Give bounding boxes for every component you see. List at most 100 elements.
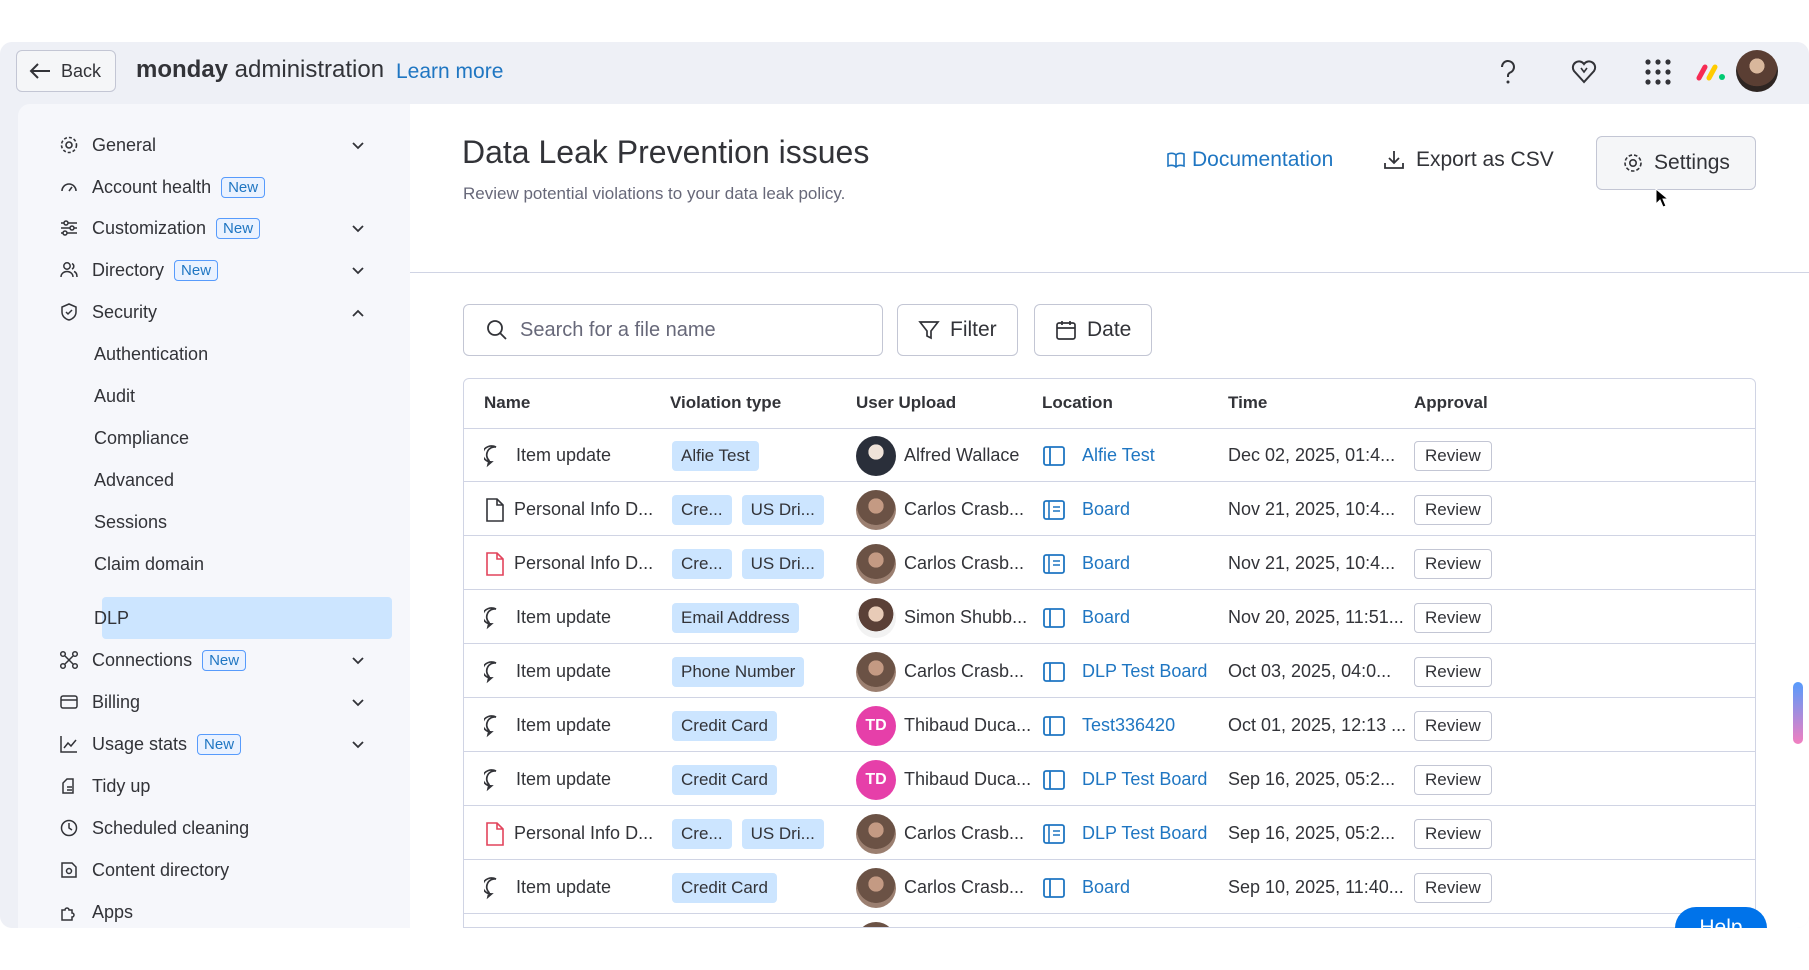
board-icon: [1042, 445, 1074, 467]
board-icon: [1042, 877, 1074, 899]
file-name[interactable]: Item update: [516, 877, 611, 898]
chevron-down-icon[interactable]: [348, 261, 368, 281]
sidebar-item-account-health[interactable]: Account health New: [58, 169, 266, 205]
chevron-down-icon[interactable]: [348, 651, 368, 671]
sidebar-item-general[interactable]: General: [58, 127, 156, 163]
sidebar-item-connections[interactable]: Connections New: [58, 642, 247, 678]
chevron-down-icon[interactable]: [348, 136, 368, 156]
doc-board-icon: [1042, 553, 1074, 575]
apps-grid-icon[interactable]: [1640, 54, 1676, 90]
table-row[interactable]: Personal Info D... Cre... US Dri... Carlos …: [464, 537, 1755, 590]
column-header[interactable]: Time: [1228, 393, 1267, 413]
sidebar-item-billing[interactable]: Billing: [58, 684, 140, 720]
column-header[interactable]: Name: [484, 393, 530, 413]
file-name[interactable]: Item update: [516, 445, 611, 466]
learn-more-link[interactable]: Learn more: [396, 60, 503, 84]
user-avatar[interactable]: [1736, 50, 1778, 92]
sidebar-sub-authentication[interactable]: Authentication: [94, 336, 208, 372]
review-button[interactable]: Review: [1414, 872, 1492, 903]
violation-type-cell: Credit Card: [672, 753, 787, 806]
location-link[interactable]: Board: [1082, 553, 1130, 574]
sidebar-item-content-directory[interactable]: Content directory: [58, 852, 229, 888]
location-link[interactable]: Board: [1082, 607, 1130, 628]
violation-type-cell: Email Address: [672, 591, 809, 644]
location-link[interactable]: Alfie Test: [1082, 445, 1155, 466]
column-header[interactable]: Location: [1042, 393, 1113, 413]
filter-icon: [918, 321, 940, 340]
table-row[interactable]: Personal Info D... Cre... US Dri... Carlos …: [464, 807, 1755, 860]
location-link[interactable]: DLP Test Board: [1082, 661, 1207, 682]
review-button[interactable]: Review: [1414, 818, 1492, 849]
table-row[interactable]: Item update Credit Card TD Thibaud Duca... D…: [464, 753, 1755, 806]
chevron-up-icon[interactable]: [348, 303, 368, 323]
table-row[interactable]: Item update Email Address Simon Shubb... Bo…: [464, 591, 1755, 644]
sidebar-sub-sessions[interactable]: Sessions: [94, 504, 167, 540]
date-button[interactable]: Date: [1034, 304, 1153, 356]
sidebar-item-apps[interactable]: Apps: [58, 894, 133, 928]
sidebar-sub-advanced[interactable]: Advanced: [94, 462, 174, 498]
file-name[interactable]: Personal Info D...: [514, 823, 653, 844]
sidebar-item-directory[interactable]: Directory New: [58, 252, 219, 288]
sidebar-sub-claim-domain[interactable]: Claim domain: [94, 546, 204, 582]
settings-button[interactable]: Settings: [1596, 136, 1756, 190]
review-button[interactable]: Review: [1414, 602, 1492, 633]
time-value: Sep 10, 2025, 11:40...: [1228, 877, 1404, 897]
violation-tag: US Dri...: [741, 548, 824, 579]
location-link[interactable]: DLP Test Board: [1082, 823, 1207, 844]
location-link[interactable]: DLP Test Board: [1082, 769, 1207, 790]
chevron-down-icon[interactable]: [348, 735, 368, 755]
sidebar-sub-audit[interactable]: Audit: [94, 378, 135, 414]
table-row[interactable]: Item update Alfie Test Alfred Wallace Alfie…: [464, 429, 1755, 482]
export-csv-button[interactable]: Export as CSV: [1382, 148, 1554, 172]
header-divider: [410, 272, 1809, 273]
table-row[interactable]: Item update Credit Card TD Thibaud Duca... T…: [464, 699, 1755, 752]
review-button[interactable]: Review: [1414, 710, 1492, 741]
search-input[interactable]: Search for a file name: [463, 304, 883, 356]
back-button[interactable]: Back: [16, 50, 116, 92]
file-name[interactable]: Personal Info D...: [514, 553, 653, 574]
table-row[interactable]: Item updateCredit CardCarlos Crasb...Boa…: [464, 861, 1755, 914]
column-header[interactable]: Approval: [1414, 393, 1488, 413]
sidebar-sub-compliance[interactable]: Compliance: [94, 420, 189, 456]
page-scrollbar[interactable]: [1793, 682, 1803, 744]
review-button[interactable]: Review: [1414, 548, 1492, 579]
location-link[interactable]: Board: [1082, 877, 1130, 898]
table-row[interactable]: Item update Phone Number Carlos Crasb... DL…: [464, 645, 1755, 698]
sidebar-item-tidy-up[interactable]: Tidy up: [58, 768, 150, 804]
comment-icon: [484, 876, 508, 900]
file-name[interactable]: Personal Info D...: [514, 499, 653, 520]
review-button[interactable]: Review: [1414, 494, 1492, 525]
file-name[interactable]: Item update: [516, 715, 611, 736]
sidebar-item-usage-stats[interactable]: Usage stats New: [58, 726, 242, 762]
chevron-down-icon[interactable]: [348, 693, 368, 713]
column-header[interactable]: Violation type: [670, 393, 781, 413]
violation-tag: Credit Card: [672, 710, 777, 741]
file-name[interactable]: Item update: [516, 769, 611, 790]
sidebar-item-security[interactable]: Security: [58, 294, 157, 330]
heart-icon[interactable]: [1566, 54, 1602, 90]
location-link[interactable]: Test336420: [1082, 715, 1175, 736]
sidebar-item-customization[interactable]: Customization New: [58, 210, 261, 246]
table-row[interactable]: Personal Info D... Cre... US Dri... Carlos …: [464, 483, 1755, 536]
table-row[interactable]: Item updateCredit CardCarlos Crasb...Boa…: [464, 915, 1755, 927]
filter-button[interactable]: Filter: [897, 304, 1018, 356]
file-name[interactable]: Item update: [516, 661, 611, 682]
uploader-name: Carlos Crasb...: [904, 877, 1025, 897]
top-bar: Back monday administration Learn more: [0, 42, 1809, 102]
help-button[interactable]: Help: [1675, 907, 1767, 928]
sidebar-item-scheduled-cleaning[interactable]: Scheduled cleaning: [58, 810, 249, 846]
column-header[interactable]: User Upload: [856, 393, 956, 413]
location-link[interactable]: Board: [1082, 499, 1130, 520]
shield-icon: [58, 301, 80, 323]
review-button[interactable]: Review: [1414, 656, 1492, 687]
file-name[interactable]: Item update: [516, 607, 611, 628]
violation-tag: Email Address: [672, 602, 799, 633]
help-question-icon[interactable]: [1490, 54, 1526, 90]
uploader-name: Carlos Crasb...: [904, 823, 1025, 843]
admin-app: Back monday administration Learn more Ge…: [0, 42, 1809, 928]
chevron-down-icon[interactable]: [348, 219, 368, 239]
sidebar-sub-dlp[interactable]: DLP: [94, 600, 129, 636]
documentation-link[interactable]: Documentation: [1166, 148, 1333, 172]
review-button[interactable]: Review: [1414, 764, 1492, 795]
review-button[interactable]: Review: [1414, 440, 1492, 471]
